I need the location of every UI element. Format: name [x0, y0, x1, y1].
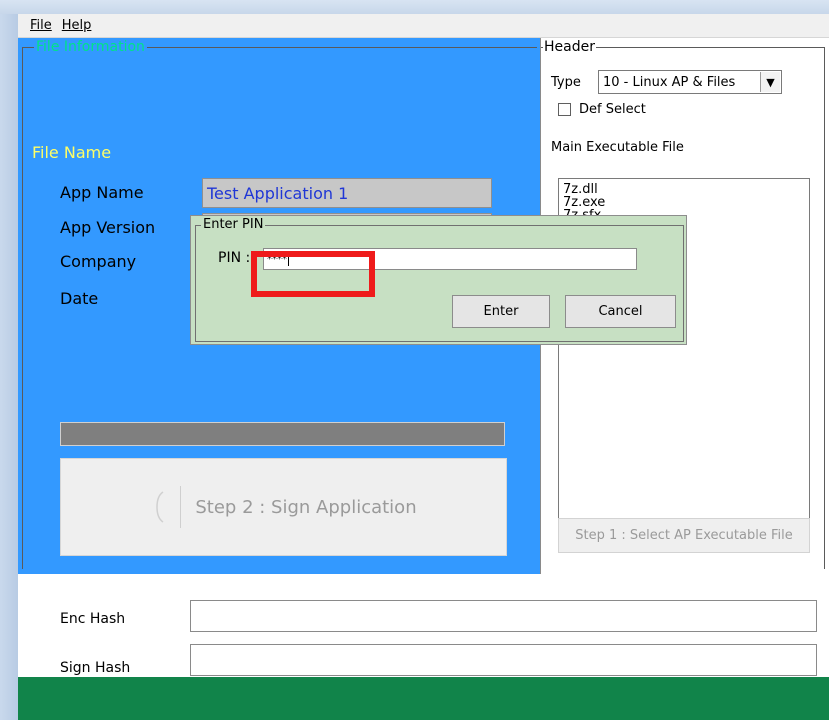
chevron-down-icon[interactable]: ▼ [760, 72, 780, 92]
type-select-value: 10 - Linux AP & Files [603, 74, 736, 90]
menu-bar: File Help [18, 14, 829, 38]
type-label: Type [551, 75, 581, 90]
def-select-row: Def Select [558, 102, 646, 117]
header-group-right-border [824, 47, 825, 569]
main-executable-label: Main Executable File [551, 140, 684, 155]
sign-icon [150, 486, 182, 528]
enc-hash-field[interactable] [190, 600, 817, 632]
date-label: Date [60, 289, 99, 308]
pin-label: PIN : [218, 250, 251, 266]
menu-file-label: File [30, 18, 52, 33]
file-info-group-title: File Information [34, 38, 147, 56]
window-left-strip [0, 14, 18, 720]
menu-help-label: Help [61, 18, 92, 33]
sign-hash-label: Sign Hash [60, 660, 131, 676]
pin-dialog-title: Enter PIN [201, 217, 266, 233]
type-select[interactable]: 10 - Linux AP & Files ▼ [598, 70, 782, 94]
enter-button[interactable]: Enter [452, 295, 550, 328]
file-info-group-left-border [22, 47, 23, 569]
enc-hash-label: Enc Hash [60, 611, 126, 627]
pin-group-left-border [195, 225, 196, 342]
company-label: Company [60, 252, 137, 271]
step1-select-executable-button[interactable]: Step 1 : Select AP Executable File [558, 518, 810, 553]
def-select-checkbox[interactable] [558, 103, 571, 116]
cancel-button[interactable]: Cancel [565, 295, 676, 328]
step2-sign-application-button[interactable]: Step 2 : Sign Application [60, 458, 507, 556]
app-name-field: Test Application 1 [202, 178, 492, 208]
pin-group-right-border [683, 225, 684, 342]
pin-group-bottom-border [195, 341, 684, 342]
def-select-label: Def Select [579, 102, 646, 117]
window-top-strip [0, 0, 829, 14]
text-cursor [288, 252, 289, 266]
app-name-label: App Name [60, 183, 144, 202]
status-bar [18, 677, 829, 720]
step2-button-label: Step 2 : Sign Application [195, 496, 417, 518]
menu-help[interactable]: Help [62, 18, 92, 33]
pin-input-value: **** [267, 253, 287, 265]
progress-bar [60, 422, 505, 446]
app-window: File Help File Information File Name App… [18, 14, 829, 720]
sign-hash-field[interactable] [190, 644, 817, 676]
header-group-title: Header [543, 38, 596, 56]
enter-pin-dialog: Enter PIN PIN : **** Enter Cancel [190, 215, 687, 345]
hash-panel: Enc Hash Sign Hash [18, 574, 829, 677]
menu-file[interactable]: File [30, 18, 52, 33]
file-name-label: File Name [32, 143, 112, 162]
pin-group-top-border [195, 225, 683, 226]
pin-input[interactable]: **** [263, 248, 637, 270]
app-version-label: App Version [60, 218, 156, 237]
